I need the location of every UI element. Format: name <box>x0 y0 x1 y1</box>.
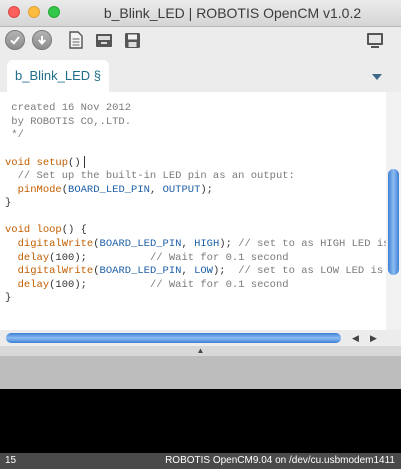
code-token: // set to as HIGH LED is tu <box>238 237 386 250</box>
scroll-left-arrow-icon[interactable]: ◀ <box>352 333 359 344</box>
code-token: setup <box>36 157 69 170</box>
splitter-handle[interactable]: ▲ <box>0 346 401 356</box>
code-token: created 16 Nov 2012 <box>5 102 132 114</box>
code-token: , <box>149 183 163 196</box>
code-editor[interactable]: created 16 Nov 2012 by ROBOTIS CO,.LTD. … <box>0 92 386 330</box>
tab-b-blink-led[interactable]: b_Blink_LED § <box>7 60 109 92</box>
code-token: BOARD_LED_PIN <box>99 237 182 250</box>
code-token: BOARD_LED_PIN <box>99 265 182 278</box>
code-line: void setup() <box>5 156 386 170</box>
code-token: // Wait for 0.1 second <box>149 251 289 264</box>
code-token: BOARD_LED_PIN <box>68 183 150 196</box>
verify-button[interactable] <box>5 30 25 50</box>
chevron-up-icon: ▲ <box>196 346 205 355</box>
minimize-window-button[interactable] <box>28 6 40 18</box>
code-token: } <box>5 197 12 210</box>
code-token: ); <box>212 265 239 278</box>
code-token: (100); <box>49 278 150 291</box>
code-token: , <box>181 237 195 250</box>
code-line: digitalWrite(BOARD_LED_PIN, HIGH); // se… <box>5 238 386 252</box>
status-bar: 15 ROBOTIS OpenCM9.04 on /dev/cu.usbmode… <box>0 453 401 469</box>
new-sketch-button[interactable] <box>66 30 86 50</box>
window-titlebar: b_Blink_LED | ROBOTIS OpenCM v1.0.2 <box>0 0 401 27</box>
code-line: delay(100); // Wait for 0.1 second <box>5 252 386 266</box>
message-area <box>0 356 401 389</box>
code-line: void loop() { <box>5 224 386 238</box>
upload-button[interactable] <box>32 30 52 50</box>
code-line: } <box>5 197 386 211</box>
tab-label: b_Blink_LED § <box>15 68 101 83</box>
code-token: ); <box>219 237 239 250</box>
vertical-scrollbar[interactable] <box>386 92 401 330</box>
code-token: delay <box>17 278 50 291</box>
code-token: */ <box>5 129 24 142</box>
code-token: HIGH <box>194 237 220 250</box>
vertical-scroll-thumb[interactable] <box>388 169 399 275</box>
code-token: } <box>5 292 12 305</box>
console-output <box>0 389 401 453</box>
close-window-button[interactable] <box>8 6 20 18</box>
code-token: LOW <box>194 265 213 278</box>
code-token: loop <box>36 224 62 237</box>
code-token: // set to as LOW LED is tur <box>238 265 384 278</box>
code-line: by ROBOTIS CO,.LTD. <box>5 116 386 130</box>
horizontal-scrollbar[interactable]: ◀ ▶ <box>0 330 401 346</box>
code-line: created 16 Nov 2012 <box>5 102 386 116</box>
code-token: by ROBOTIS CO,.LTD. <box>5 115 132 128</box>
tab-menu-button[interactable] <box>371 68 383 86</box>
code-line: */ <box>5 129 386 143</box>
code-line: } <box>5 292 386 306</box>
tab-bar: b_Blink_LED § <box>0 57 401 92</box>
code-line: pinMode(BOARD_LED_PIN, OUTPUT); <box>5 184 386 198</box>
code-token: () { <box>61 224 87 237</box>
save-sketch-button[interactable] <box>122 30 142 50</box>
toolbar <box>0 27 401 57</box>
arrow-down-icon <box>38 36 46 45</box>
code-token: // Wait for 0.1 second <box>149 278 289 291</box>
horizontal-scroll-thumb[interactable] <box>6 333 341 343</box>
triangle-down-icon <box>372 74 382 80</box>
code-line: // Set up the built-in LED pin as an out… <box>5 170 386 184</box>
code-text: created 16 Nov 2012 by ROBOTIS CO,.LTD. … <box>5 102 386 306</box>
code-token: () <box>68 157 81 170</box>
code-token: , <box>181 265 195 278</box>
code-token: // Set up the built-in LED pin as an out… <box>5 169 295 182</box>
monitor-icon <box>367 32 383 48</box>
open-sketch-button[interactable] <box>94 30 114 50</box>
checkmark-icon <box>10 36 20 45</box>
zoom-window-button[interactable] <box>48 6 60 18</box>
code-token: OUTPUT <box>162 183 201 196</box>
code-line: delay(100); // Wait for 0.1 second <box>5 279 386 293</box>
code-token: void <box>5 224 31 237</box>
code-line: digitalWrite(BOARD_LED_PIN, LOW); // set… <box>5 265 386 279</box>
save-icon <box>124 32 140 48</box>
folder-icon <box>96 34 112 47</box>
window-title: b_Blink_LED | ROBOTIS OpenCM v1.0.2 <box>103 5 362 21</box>
code-token: pinMode <box>17 183 62 196</box>
serial-monitor-button[interactable] <box>365 30 385 50</box>
board-port-label: ROBOTIS OpenCM9.04 on /dev/cu.usbmodem14… <box>165 455 395 466</box>
code-token: digitalWrite <box>17 237 94 250</box>
code-token: delay <box>17 251 50 264</box>
code-token: digitalWrite <box>17 265 94 278</box>
code-token: ); <box>200 183 213 196</box>
file-icon <box>69 31 83 49</box>
text-caret <box>83 156 85 169</box>
scroll-right-arrow-icon[interactable]: ▶ <box>370 333 377 344</box>
code-token: (100); <box>49 251 150 264</box>
line-number: 15 <box>5 455 17 466</box>
code-token: void <box>5 157 31 170</box>
